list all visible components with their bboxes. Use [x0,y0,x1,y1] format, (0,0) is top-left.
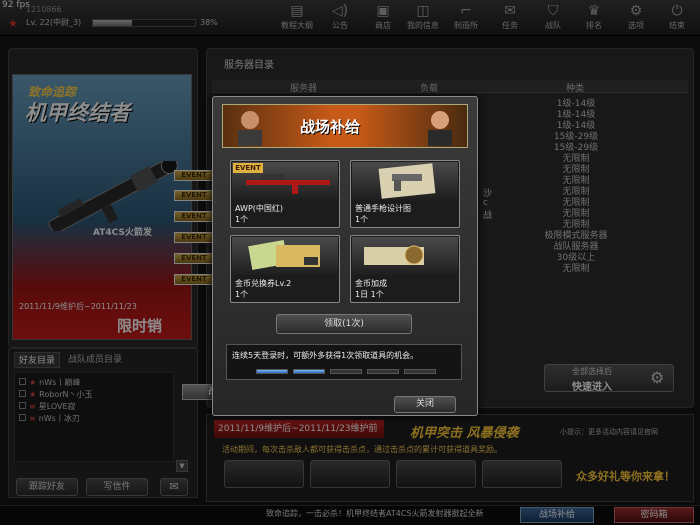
progress-segment [330,369,362,374]
close-button[interactable]: 关闭 [394,396,456,413]
soldier-portrait-right [428,111,452,146]
progress-segment [293,369,325,374]
reward-card-coin-boost[interactable]: 金币加成 1日 1个 [350,235,460,303]
card-quantity: 1个 [235,290,249,299]
progress-segment [367,369,399,374]
card-image [352,237,458,275]
reward-card-pistol-blueprint[interactable]: 普通手枪设计图 1个 [350,160,460,228]
card-name: AWP(中国红) [235,204,284,213]
reward-card-coin-voucher[interactable]: 金币兑换券Lv.2 1个 [230,235,340,303]
card-name: 金币加成 [355,279,387,288]
card-image [232,237,338,275]
claim-button[interactable]: 领取(1次) [276,314,412,334]
login-bonus-text: 连续5天登录时，可额外多获得1次领取道具的机会。 [232,351,419,360]
progress-segment [404,369,436,374]
card-quantity: 1日 1个 [355,290,384,299]
reward-card-awp[interactable]: EVENT AWP(中国红) 1个 [230,160,340,228]
progress-segment [256,369,288,374]
card-quantity: 1个 [235,215,249,224]
pistol-icon [378,163,436,199]
card-image [352,162,458,200]
dialog-title: 战场补给 [300,118,361,136]
card-quantity: 1个 [355,215,369,224]
coin-voucher-icon [248,240,320,270]
card-name: 金币兑换券Lv.2 [235,279,292,288]
coin-boost-icon [364,245,424,265]
card-name: 普通手枪设计图 [355,204,411,213]
event-badge: EVENT [233,163,263,173]
soldier-portrait-left [238,111,262,146]
